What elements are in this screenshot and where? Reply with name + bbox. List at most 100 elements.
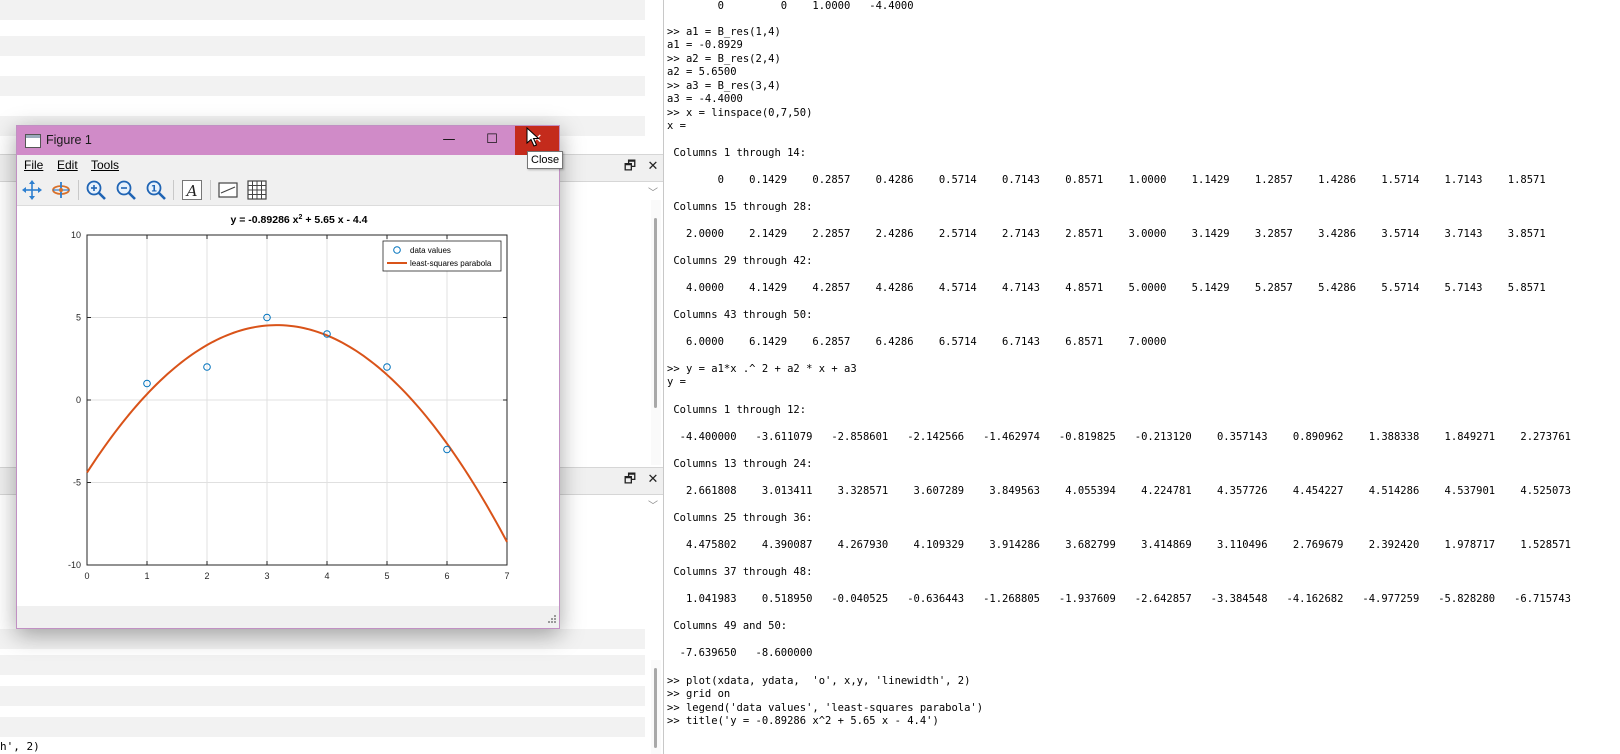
figure-toolbar: 1 A [17,175,559,206]
pane-scrollbar[interactable] [651,660,661,754]
figure-canvas[interactable]: y = -0.89286 x2 + 5.65 x - 4.4 0 1 2 3 4 5 6 7 1… [17,206,559,626]
menu-tools[interactable]: Tools [91,158,119,172]
legend-toggle-icon[interactable] [217,179,239,201]
output-line: Columns 1 through 12: [667,404,807,416]
close-pane-icon[interactable]: ✕ [645,159,661,175]
svg-text:A: A [185,182,198,200]
menu-file-label: File [24,158,44,172]
chart[interactable]: y = -0.89286 x2 + 5.65 x - 4.4 0 1 2 3 4 5 6 7 1… [17,206,559,606]
axis-ticks: 0 1 2 3 4 5 6 7 10 5 0 -5 -10 [68,230,510,581]
zoom-reset-icon[interactable]: 1 [145,179,167,201]
command-line: >> grid on [667,688,731,700]
command-line: >> x = linspace(0,7,50) [667,107,813,119]
resize-grip-icon[interactable] [547,614,557,624]
x-tick-label: 5 [384,571,389,581]
chart-title: y = -0.89286 x2 + 5.65 x - 4.4 [230,214,367,226]
pan-icon[interactable] [21,179,43,201]
chart-title-tail: + 5.65 x - 4.4 [302,214,367,226]
figure-status-bar [17,606,559,626]
output-line: 6.0000 6.1429 6.2857 6.4286 6.5714 6.714… [667,336,1167,348]
output-line: a3 = -4.4000 [667,93,743,105]
undock-icon[interactable]: 🗗 [622,472,638,488]
svg-text:1: 1 [151,185,157,195]
list-stripe [0,717,645,737]
command-line: >> title('y = -0.89286 x^2 + 5.65 x - 4.… [667,715,939,727]
zoom-in-icon[interactable] [85,179,107,201]
output-line: x = [667,120,686,132]
x-tick-label: 2 [204,571,209,581]
command-line: >> a1 = B_res(1,4) [667,26,781,38]
output-line: a1 = -0.8929 [667,39,743,51]
maximize-button[interactable]: ☐ [472,126,512,155]
x-tick-label: 3 [264,571,269,581]
chevron-down-icon[interactable]: ﹀ [648,184,658,199]
command-line: >> legend('data values', 'least-squares … [667,702,984,714]
output-line: Columns 49 and 50: [667,620,788,632]
figure-window-icon [25,134,41,148]
menu-file[interactable]: File [24,158,43,172]
output-line: 2.0000 2.1429 2.2857 2.4286 2.5714 2.714… [667,228,1546,240]
output-line: -4.400000 -3.611079 -2.858601 -2.142566 … [667,431,1571,443]
y-tick-label: 5 [76,313,81,323]
command-line: >> a3 = B_res(3,4) [667,80,781,92]
toolbar-separator [78,180,79,200]
output-line: y = [667,376,686,388]
minimize-button[interactable]: — [429,126,469,155]
x-tick-label: 6 [444,571,449,581]
x-tick-label: 0 [84,571,89,581]
figure-window[interactable]: Figure 1 — ☐ ✕ File Edit Tools 1 A y = -… [16,125,560,629]
chart-title-lead: y = -0.89286 x [230,214,298,226]
output-line: 2.661808 3.013411 3.328571 3.607289 3.84… [667,485,1571,497]
output-line: Columns 15 through 28: [667,201,813,213]
legend-label: least-squares parabola [410,259,492,268]
output-line: -7.639650 -8.600000 [667,647,813,659]
grid-lines [86,234,508,566]
y-tick-label: -10 [68,560,81,570]
plot-series [86,313,508,543]
output-line: a2 = 5.6500 [667,66,737,78]
output-line: Columns 29 through 42: [667,255,813,267]
toolbar-separator [210,180,211,200]
text-insert-icon[interactable]: A [181,179,203,201]
output-line: Columns 1 through 14: [667,147,807,159]
command-window[interactable]: 0 0 1.0000 -4.4000 >> a1 = B_res(1,4) a1 =… [667,0,1620,754]
close-tooltip: Close [527,151,564,169]
command-line: >> y = a1*x .^ 2 + a2 * x + a3 [667,363,857,375]
toolbar-separator [173,180,174,200]
y-tick-label: 0 [76,395,81,405]
rotate-icon[interactable] [50,179,72,201]
figure-menu-bar: File Edit Tools [17,155,559,175]
list-stripe [0,629,645,649]
x-tick-label: 4 [324,571,329,581]
output-line: 0 0 1.0000 -4.4000 [667,0,914,12]
zoom-out-icon[interactable] [115,179,137,201]
chevron-down-icon[interactable]: ﹀ [648,497,658,512]
pane-scrollbar[interactable] [651,200,661,465]
menu-edit-label: Edit [57,158,78,172]
x-tick-label: 1 [144,571,149,581]
legend-label: data values [410,246,451,255]
close-pane-icon[interactable]: ✕ [645,472,661,488]
output-line: 4.0000 4.1429 4.2857 4.4286 4.5714 4.714… [667,282,1546,294]
history-line: h', 2) [0,740,40,753]
command-line: >> a2 = B_res(2,4) [667,53,781,65]
output-line: Columns 43 through 50: [667,309,813,321]
undock-icon[interactable]: 🗗 [622,159,638,175]
x-tick-label: 7 [504,571,509,581]
pane-divider[interactable] [663,0,664,754]
output-line: 4.475802 4.390087 4.267930 4.109329 3.91… [667,539,1571,551]
output-line: Columns 25 through 36: [667,512,813,524]
grid-toggle-icon[interactable] [246,179,268,201]
parabola-line [86,324,508,543]
mouse-cursor-icon [526,127,540,147]
output-line: 1.041983 0.518950 -0.040525 -0.636443 -1… [667,593,1571,605]
output-line: 0 0.1429 0.2857 0.4286 0.5714 0.7143 0.8… [667,174,1546,186]
legend[interactable]: data values least-squares parabola [382,240,502,272]
command-line: >> plot(xdata, ydata, 'o', x,y, 'linewid… [667,675,971,687]
list-stripe [0,76,645,96]
menu-edit[interactable]: Edit [57,158,78,172]
menu-tools-label: Tools [91,158,120,172]
list-stripe [0,686,645,706]
figure-title-bar[interactable]: Figure 1 — ☐ ✕ [17,126,559,155]
list-stripe [0,36,645,56]
